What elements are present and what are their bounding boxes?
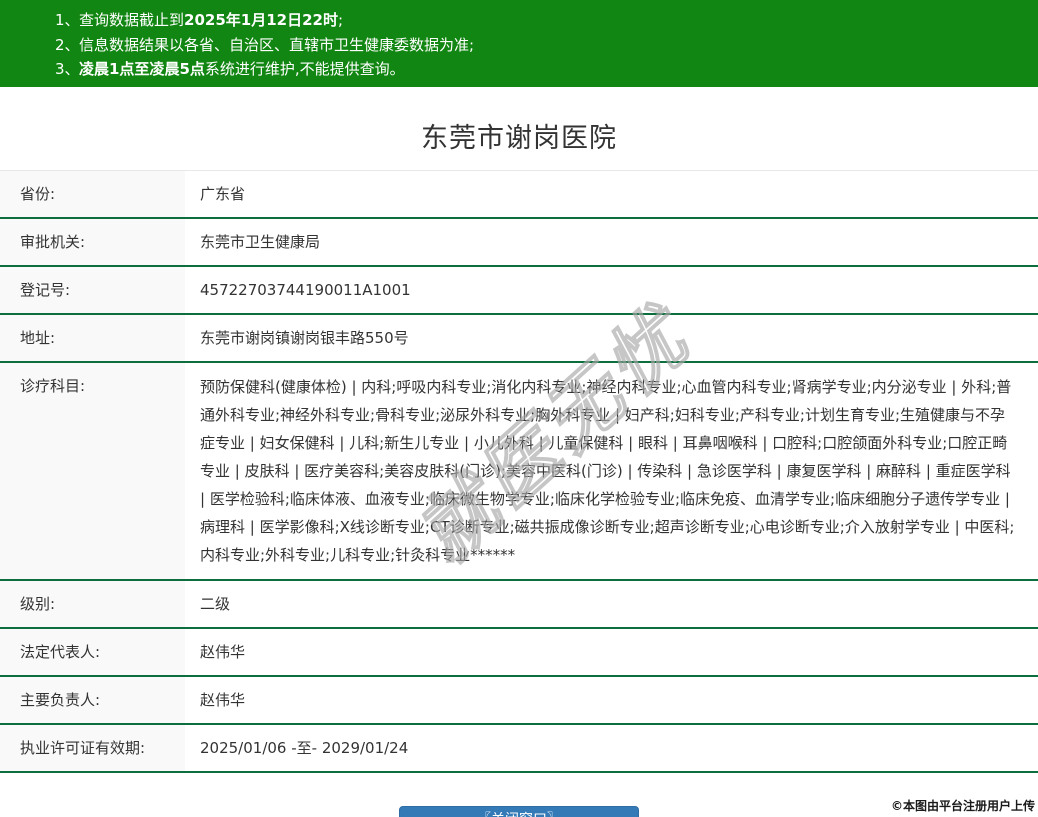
row-value: 二级 (185, 581, 1038, 627)
row-value: 2025/01/06 -至- 2029/01/24 (185, 725, 1038, 771)
notice-text-bold: 2025年1月12日22时 (184, 11, 338, 29)
notice-text: 凌晨1点至凌晨5点系统进行维护,不能提供查询。 (79, 57, 405, 82)
notice-banner: 1、 查询数据截止到2025年1月12日22时; 2、 信息数据结果以各省、自治… (0, 0, 1038, 87)
button-area: 〖关闭窗口〗 (0, 806, 1038, 817)
row-value: 预防保健科(健康体检) | 内科;呼吸内科专业;消化内科专业;神经内科专业;心血… (185, 363, 1038, 579)
row-label: 地址: (0, 315, 185, 361)
row-label: 诊疗科目: (0, 363, 185, 579)
row-value: 东莞市卫生健康局 (185, 219, 1038, 265)
row-label: 级别: (0, 581, 185, 627)
row-value: 东莞市谢岗镇谢岗银丰路550号 (185, 315, 1038, 361)
close-window-button[interactable]: 〖关闭窗口〗 (399, 806, 639, 817)
notice-item-1: 1、 查询数据截止到2025年1月12日22时; (55, 8, 1018, 33)
row-value: 赵伟华 (185, 677, 1038, 723)
table-row-province: 省份: 广东省 (0, 171, 1038, 219)
page-title: 东莞市谢岗医院 (0, 116, 1038, 155)
table-row-level: 级别: 二级 (0, 581, 1038, 629)
notice-text-normal: 系统进行维护,不能提供查询。 (205, 60, 405, 78)
notice-text-normal: ; (338, 11, 343, 29)
table-row-medical-subjects: 诊疗科目: 预防保健科(健康体检) | 内科;呼吸内科专业;消化内科专业;神经内… (0, 363, 1038, 581)
row-value: 赵伟华 (185, 629, 1038, 675)
notice-item-3: 3、 凌晨1点至凌晨5点系统进行维护,不能提供查询。 (55, 57, 1018, 82)
notice-text-bold: 凌晨1点至凌晨5点 (79, 60, 205, 78)
query-result-page: 1、 查询数据截止到2025年1月12日22时; 2、 信息数据结果以各省、自治… (0, 0, 1038, 817)
row-value: 广东省 (185, 171, 1038, 217)
notice-number: 1、 (55, 8, 79, 33)
table-row-approval-authority: 审批机关: 东莞市卫生健康局 (0, 219, 1038, 267)
row-value: 45722703744190011A1001 (185, 267, 1038, 313)
upload-attribution-note: ©本图由平台注册用户上传 (891, 797, 1035, 814)
row-label: 省份: (0, 171, 185, 217)
notice-text-normal: 查询数据截止到 (79, 11, 184, 29)
row-label: 主要负责人: (0, 677, 185, 723)
hospital-info-table: 省份: 广东省 审批机关: 东莞市卫生健康局 登记号: 457227037441… (0, 170, 1038, 773)
notice-item-2: 2、 信息数据结果以各省、自治区、直辖市卫生健康委数据为准; (55, 33, 1018, 58)
notice-text: 查询数据截止到2025年1月12日22时; (79, 8, 343, 33)
notice-number: 3、 (55, 57, 79, 82)
notice-text: 信息数据结果以各省、自治区、直辖市卫生健康委数据为准; (79, 33, 474, 58)
notice-text-normal: 信息数据结果以各省、自治区、直辖市卫生健康委数据为准; (79, 36, 474, 54)
row-label: 登记号: (0, 267, 185, 313)
table-row-registration-number: 登记号: 45722703744190011A1001 (0, 267, 1038, 315)
table-row-address: 地址: 东莞市谢岗镇谢岗银丰路550号 (0, 315, 1038, 363)
table-row-legal-representative: 法定代表人: 赵伟华 (0, 629, 1038, 677)
row-label: 执业许可证有效期: (0, 725, 185, 771)
row-label: 法定代表人: (0, 629, 185, 675)
row-label: 审批机关: (0, 219, 185, 265)
table-row-person-in-charge: 主要负责人: 赵伟华 (0, 677, 1038, 725)
table-row-license-validity: 执业许可证有效期: 2025/01/06 -至- 2029/01/24 (0, 725, 1038, 773)
notice-number: 2、 (55, 33, 79, 58)
